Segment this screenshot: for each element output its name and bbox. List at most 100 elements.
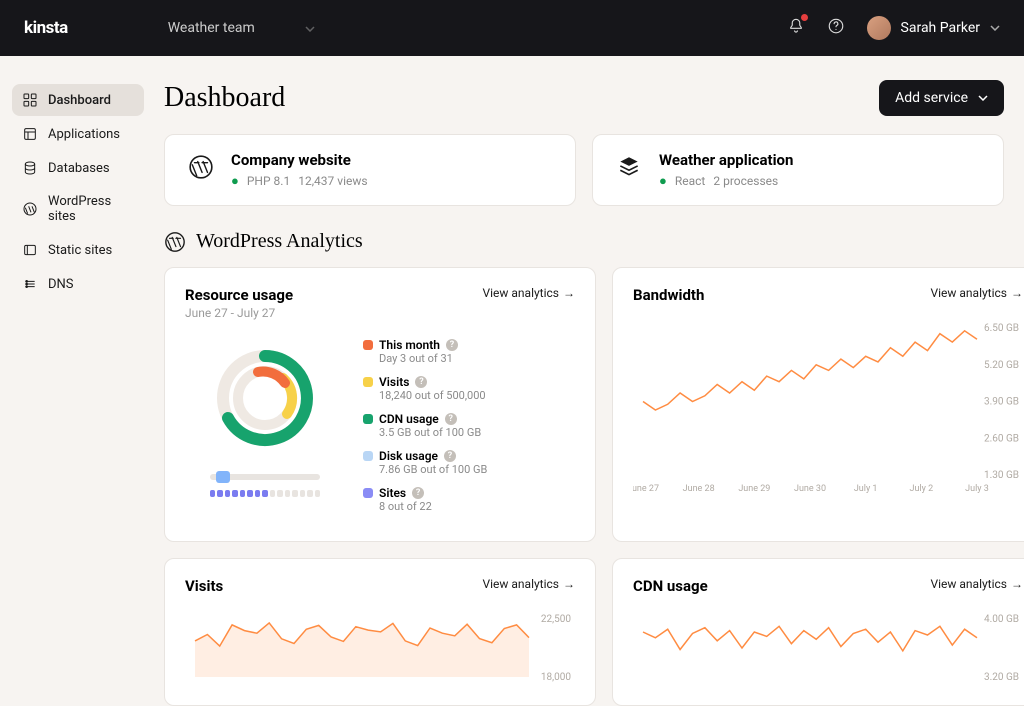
notification-dot — [801, 14, 808, 21]
user-menu[interactable]: Sarah Parker — [867, 16, 1000, 40]
sidebar-item-label: Databases — [48, 161, 110, 176]
sidebar-item-label: Static sites — [48, 243, 112, 258]
svg-text:4.00 GB: 4.00 GB — [984, 614, 1019, 625]
resource-usage-card: Resource usage June 27 - July 27 View an… — [164, 267, 596, 542]
visits-card: Visits View analytics → 18,00022,500 — [164, 558, 596, 706]
svg-text:5.20 GB: 5.20 GB — [984, 360, 1019, 371]
add-service-label: Add service — [895, 90, 968, 106]
legend-item: Disk usage?7.86 GB out of 100 GB — [363, 449, 575, 476]
legend-value: 7.86 GB out of 100 GB — [379, 463, 575, 476]
donut-chart — [205, 338, 325, 458]
cdn-chart: 3.20 GB 4.00 GB — [633, 613, 1023, 683]
legend: This month?Day 3 out of 31Visits?18,240 … — [363, 338, 575, 523]
legend-swatch — [363, 340, 373, 350]
view-analytics-link[interactable]: View analytics → — [482, 577, 575, 591]
dashboard-icon — [22, 92, 38, 108]
sidebar-item-label: DNS — [48, 277, 74, 292]
card-title: Visits — [185, 577, 223, 595]
help-icon[interactable]: ? — [445, 413, 457, 425]
dns-icon — [22, 276, 38, 292]
legend-swatch — [363, 488, 373, 498]
cdn-usage-card: CDN usage View analytics → 3.20 GB 4.00 G… — [612, 558, 1024, 706]
legend-label: This month — [379, 338, 440, 352]
legend-label: Sites — [379, 486, 406, 500]
legend-swatch — [363, 377, 373, 387]
view-analytics-link[interactable]: View analytics → — [930, 286, 1023, 300]
arrow-right-icon: → — [563, 286, 575, 300]
svg-text:1.30 GB: 1.30 GB — [984, 470, 1019, 481]
avatar — [867, 16, 891, 40]
view-analytics-link[interactable]: View analytics → — [930, 577, 1023, 591]
legend-value: 18,240 out of 500,000 — [379, 389, 575, 402]
svg-text:6.50 GB: 6.50 GB — [984, 323, 1019, 334]
logo: kinsta — [24, 18, 68, 38]
legend-label: Disk usage — [379, 449, 438, 463]
team-selector[interactable]: Weather team — [168, 20, 315, 36]
bandwidth-card: Bandwidth View analytics → 1.30 GB 2.60 G… — [612, 267, 1024, 542]
svg-text:June 28: June 28 — [683, 484, 715, 494]
svg-text:2.60 GB: 2.60 GB — [984, 433, 1019, 444]
chevron-down-icon — [978, 95, 988, 101]
legend-swatch — [363, 451, 373, 461]
status-ok-icon: ● — [231, 173, 239, 189]
topbar: kinsta Weather team Sarah Parker — [0, 0, 1024, 56]
legend-value: 8 out of 22 — [379, 500, 575, 513]
legend-label: CDN usage — [379, 412, 439, 426]
svg-text:July 1: July 1 — [854, 484, 878, 494]
chevron-down-icon — [305, 20, 315, 36]
site-card[interactable]: Weather application ●React2 processes — [592, 134, 1004, 206]
team-name: Weather team — [168, 20, 255, 36]
card-range: June 27 - July 27 — [185, 306, 293, 320]
help-icon[interactable]: ? — [446, 339, 458, 351]
bandwidth-chart: 1.30 GB 2.60 GB 3.90 GB 5.20 GB 6.50 GB June … — [633, 322, 1023, 497]
card-title: CDN usage — [633, 577, 708, 595]
wp-icon — [22, 201, 38, 217]
help-icon — [827, 17, 845, 35]
svg-text:June 30: June 30 — [794, 484, 826, 494]
wordpress-icon — [164, 231, 186, 253]
sidebar-item-label: Applications — [48, 127, 120, 142]
legend-item: CDN usage?3.5 GB out of 100 GB — [363, 412, 575, 439]
progress-bar — [210, 474, 320, 480]
help-button[interactable] — [827, 17, 845, 39]
help-icon[interactable]: ? — [444, 450, 456, 462]
card-title: Resource usage — [185, 286, 293, 304]
sidebar-item-applications[interactable]: Applications — [12, 118, 144, 150]
main-content: Dashboard Add service Company website ●P… — [156, 56, 1024, 706]
sidebar-item-label: Dashboard — [48, 93, 111, 108]
svg-text:3.90 GB: 3.90 GB — [984, 397, 1019, 408]
view-analytics-link[interactable]: View analytics → — [482, 286, 575, 300]
help-icon[interactable]: ? — [412, 487, 424, 499]
sidebar-item-static-sites[interactable]: Static sites — [12, 234, 144, 266]
sidebar-item-databases[interactable]: Databases — [12, 152, 144, 184]
svg-text:July 2: July 2 — [909, 484, 933, 494]
svg-text:July 3: July 3 — [965, 484, 989, 494]
sidebar-item-dns[interactable]: DNS — [12, 268, 144, 300]
status-ok-icon: ● — [659, 173, 667, 189]
site-title: Weather application — [659, 151, 793, 169]
db-icon — [22, 160, 38, 176]
help-icon[interactable]: ? — [415, 376, 427, 388]
legend-item: Sites?8 out of 22 — [363, 486, 575, 513]
legend-label: Visits — [379, 375, 409, 389]
legend-value: Day 3 out of 31 — [379, 352, 575, 365]
arrow-right-icon: → — [1011, 577, 1023, 591]
user-name: Sarah Parker — [901, 20, 980, 36]
sidebar-item-label: WordPress sites — [48, 194, 134, 224]
notifications-button[interactable] — [787, 17, 805, 39]
card-title: Bandwidth — [633, 286, 704, 304]
wp-icon — [185, 151, 217, 183]
sidebar-item-wordpress-sites[interactable]: WordPress sites — [12, 186, 144, 232]
legend-value: 3.5 GB out of 100 GB — [379, 426, 575, 439]
visits-chart: 18,00022,500 — [185, 613, 575, 683]
page-title: Dashboard — [164, 82, 285, 114]
site-meta: ●React2 processes — [659, 173, 793, 189]
svg-text:22,500: 22,500 — [541, 614, 571, 625]
analytics-section-title: WordPress Analytics — [164, 230, 1004, 253]
svg-text:3.20 GB: 3.20 GB — [984, 672, 1019, 683]
sidebar-item-dashboard[interactable]: Dashboard — [12, 84, 144, 116]
legend-item: Visits?18,240 out of 500,000 — [363, 375, 575, 402]
site-card[interactable]: Company website ●PHP 8.112,437 views — [164, 134, 576, 206]
apps-icon — [22, 126, 38, 142]
add-service-button[interactable]: Add service — [879, 80, 1004, 116]
